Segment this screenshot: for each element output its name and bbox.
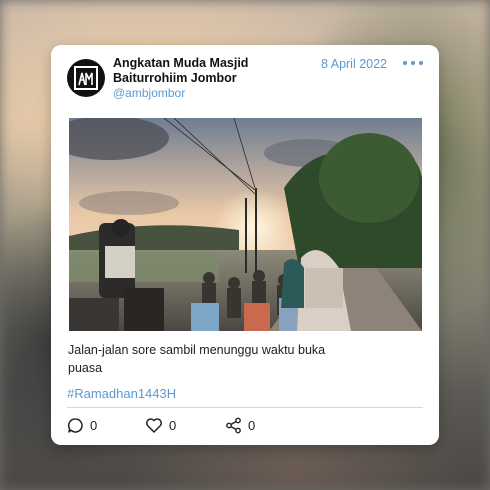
amb-logo-icon [74, 66, 98, 90]
share-count: 0 [248, 417, 256, 433]
heart-icon [146, 417, 162, 433]
account-name[interactable]: Angkatan Muda Masjid Baiturrohiim Jombor [113, 56, 263, 86]
comment-icon [67, 417, 83, 433]
account-handle[interactable]: @ambjombor [113, 86, 185, 100]
post-caption: Jalan-jalan sore sambil menunggu waktu b… [68, 343, 326, 375]
hashtag-link[interactable]: #Ramadhan1443H [67, 386, 176, 401]
share-button[interactable]: 0 [225, 416, 255, 434]
comment-count: 0 [90, 417, 98, 433]
comment-button[interactable]: 0 [67, 416, 97, 434]
post-photo[interactable] [69, 118, 422, 331]
like-count: 0 [169, 417, 177, 433]
like-button[interactable]: 0 [145, 416, 176, 434]
share-icon [226, 417, 241, 433]
social-post-card: Angkatan Muda Masjid Baiturrohiim Jombor… [51, 45, 439, 445]
more-options-icon[interactable] [403, 56, 423, 70]
post-date: 8 April 2022 [321, 57, 388, 71]
divider [67, 407, 423, 408]
avatar[interactable] [67, 59, 105, 97]
